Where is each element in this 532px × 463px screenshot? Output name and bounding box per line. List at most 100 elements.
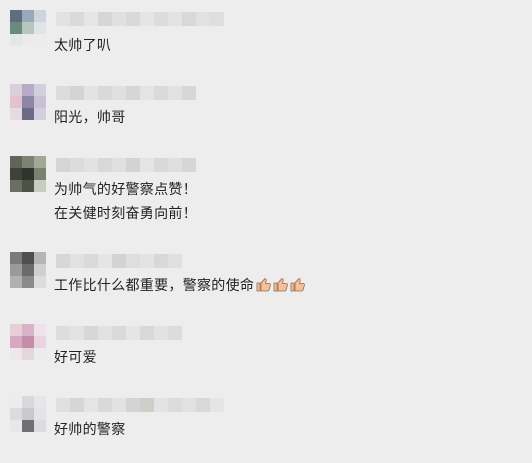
- username-pixel: [182, 158, 196, 172]
- username-pixel: [196, 12, 210, 26]
- username-pixel: [98, 86, 112, 100]
- avatar-pixel: [10, 252, 22, 264]
- username-pixel: [210, 12, 224, 26]
- avatar-pixel: [22, 252, 34, 264]
- username-blurred: [56, 158, 196, 172]
- avatar-pixel: [34, 264, 46, 276]
- avatar-pixel: [22, 96, 34, 108]
- username-pixel: [112, 398, 126, 412]
- avatar[interactable]: [10, 324, 46, 360]
- avatar[interactable]: [10, 84, 46, 120]
- avatar-pixel: [10, 84, 22, 96]
- avatar-pixel: [34, 156, 46, 168]
- avatar-pixel: [22, 10, 34, 22]
- username-pixel: [210, 398, 224, 412]
- comment-text: 好可爱: [54, 350, 97, 366]
- username-pixel: [140, 254, 154, 268]
- username-pixel: [70, 12, 84, 26]
- username-pixel: [154, 398, 168, 412]
- comment-text-line-2: 在关健时刻奋勇向前！: [54, 206, 197, 222]
- avatar-pixel: [10, 156, 22, 168]
- avatar-pixel: [22, 168, 34, 180]
- avatar-pixel: [10, 264, 22, 276]
- avatar-pixel: [10, 96, 22, 108]
- username-pixel: [56, 86, 70, 100]
- avatar-pixel: [34, 420, 46, 432]
- username-pixel: [98, 398, 112, 412]
- username-pixel: [56, 398, 70, 412]
- emoji-group: [254, 276, 306, 300]
- username-pixel: [154, 254, 168, 268]
- username-pixel: [56, 326, 70, 340]
- avatar[interactable]: [10, 252, 46, 288]
- avatar-pixel: [10, 180, 22, 192]
- username-pixel: [56, 158, 70, 172]
- username-pixel: [126, 326, 140, 340]
- avatar-pixel: [34, 396, 46, 408]
- avatar-pixel: [34, 168, 46, 180]
- username-pixel: [140, 398, 154, 412]
- comment-text: 太帅了叭: [54, 38, 112, 54]
- avatar-pixel: [22, 156, 34, 168]
- comment-text: 阳光，帅哥: [54, 110, 126, 126]
- avatar-pixel: [34, 252, 46, 264]
- avatar-pixel: [10, 10, 22, 22]
- avatar-pixel: [10, 408, 22, 420]
- avatar-pixel: [22, 34, 34, 46]
- avatar-pixel: [22, 276, 34, 288]
- username-pixel: [126, 254, 140, 268]
- username-pixel: [70, 398, 84, 412]
- username-pixel: [112, 12, 126, 26]
- avatar-pixel: [10, 324, 22, 336]
- username-pixel: [98, 326, 112, 340]
- username-pixel: [112, 326, 126, 340]
- avatar-pixel: [22, 84, 34, 96]
- username-pixel: [112, 86, 126, 100]
- username-pixel: [84, 158, 98, 172]
- username-pixel: [182, 86, 196, 100]
- username-pixel: [70, 86, 84, 100]
- username-pixel: [70, 326, 84, 340]
- username-pixel: [140, 12, 154, 26]
- avatar[interactable]: [10, 396, 46, 432]
- avatar[interactable]: [10, 156, 46, 192]
- avatar-pixel: [22, 408, 34, 420]
- username-pixel: [140, 86, 154, 100]
- username-pixel: [126, 86, 140, 100]
- avatar-pixel: [22, 108, 34, 120]
- username-pixel: [84, 398, 98, 412]
- username-pixel: [168, 12, 182, 26]
- username-pixel: [98, 254, 112, 268]
- avatar-pixel: [10, 348, 22, 360]
- username-pixel: [140, 326, 154, 340]
- username-pixel: [154, 326, 168, 340]
- username-pixel: [196, 398, 210, 412]
- username-pixel: [168, 398, 182, 412]
- avatar-pixel: [10, 22, 22, 34]
- username-pixel: [182, 12, 196, 26]
- username-blurred: [56, 12, 224, 26]
- username-pixel: [98, 12, 112, 26]
- avatar-pixel: [34, 108, 46, 120]
- username-pixel: [70, 254, 84, 268]
- avatar-pixel: [34, 348, 46, 360]
- username-pixel: [56, 12, 70, 26]
- avatar-pixel: [22, 22, 34, 34]
- comment-text: 为帅气的好警察点赞！: [54, 182, 197, 198]
- avatar-pixel: [34, 22, 46, 34]
- avatar-pixel: [10, 34, 22, 46]
- avatar-pixel: [34, 408, 46, 420]
- username-pixel: [154, 158, 168, 172]
- username-pixel: [154, 86, 168, 100]
- username-pixel: [112, 254, 126, 268]
- avatar-pixel: [34, 336, 46, 348]
- avatar-pixel: [34, 276, 46, 288]
- username-pixel: [84, 12, 98, 26]
- avatar-pixel: [34, 96, 46, 108]
- thumbs-up-icon: [256, 278, 272, 292]
- avatar-pixel: [10, 336, 22, 348]
- avatar-pixel: [34, 84, 46, 96]
- thumbs-up-icon: [273, 278, 289, 292]
- avatar-pixel: [34, 180, 46, 192]
- avatar[interactable]: [10, 10, 46, 46]
